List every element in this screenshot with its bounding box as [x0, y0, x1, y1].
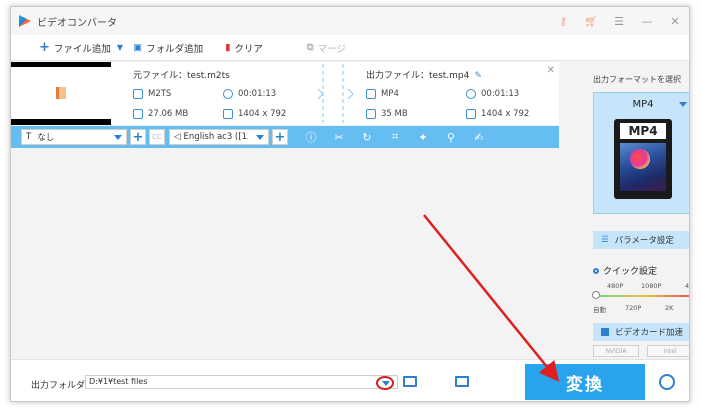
- title-bar: ビデオコンバータ ⚷ 🛒︎ ☰ — ✕: [11, 7, 689, 35]
- effects-icon[interactable]: ✦: [412, 131, 434, 144]
- pencil-icon[interactable]: ✎: [474, 71, 482, 81]
- minimize-button[interactable]: —: [633, 7, 661, 35]
- source-duration: 00:01:13: [223, 89, 276, 99]
- quality-slider-track[interactable]: [595, 295, 689, 297]
- output-file-name: test.mp4: [429, 71, 470, 81]
- source-size: 27.06 MB: [133, 109, 188, 119]
- caret-down-icon: [679, 102, 687, 107]
- scissors-icon[interactable]: ✂: [328, 131, 350, 144]
- folder-add-icon: ▣: [133, 42, 143, 53]
- resolution-icon: [466, 109, 476, 119]
- sliders-icon: ☰: [601, 235, 609, 245]
- cart-icon[interactable]: 🛒︎: [577, 7, 605, 35]
- plus-icon: +: [39, 40, 50, 55]
- merge-button[interactable]: ⧉ マージ: [307, 41, 346, 55]
- quick-settings-icon: [593, 267, 599, 274]
- speaker-icon: ◁: [174, 132, 181, 142]
- output-format-title: 出力フォーマットを選択: [593, 75, 681, 84]
- toolbar: + ファイル追加 ▼ ▣ フォルダ追加 ▮ クリア ⧉ マージ: [11, 35, 689, 61]
- nvidia-logo: NVIDIA: [593, 345, 639, 357]
- rotate-icon[interactable]: ↻: [356, 131, 378, 144]
- video-thumbnail[interactable]: [11, 62, 111, 125]
- chevron-down-icon[interactable]: ▼: [117, 43, 123, 52]
- file-row[interactable]: 元ファイル：test.m2ts M2TS 00:01:13 27.06 MB 1…: [11, 62, 559, 125]
- watermark-icon[interactable]: ⚲: [440, 131, 462, 144]
- app-logo-icon: [19, 15, 31, 27]
- source-info: 元ファイル：test.m2ts M2TS 00:01:13 27.06 MB 1…: [133, 62, 313, 125]
- output-format: MP4: [366, 89, 399, 99]
- app-window: ビデオコンバータ ⚷ 🛒︎ ☰ — ✕ + ファイル追加 ▼ ▣ フォルダ追加 …: [10, 6, 690, 402]
- gpu-acceleration-button[interactable]: ビデオカード加速: [593, 323, 689, 341]
- add-folder-label: フォルダ追加: [146, 43, 204, 55]
- gpu-icon: [601, 328, 609, 336]
- text-icon: T: [26, 132, 32, 142]
- file-list-area: 元ファイル：test.m2ts M2TS 00:01:13 27.06 MB 1…: [11, 62, 571, 359]
- subtitle-edit-icon[interactable]: ✍: [468, 131, 490, 144]
- chevron-down-icon: [114, 135, 122, 140]
- source-file-label: 元ファイル：test.m2ts: [133, 71, 230, 81]
- convert-button[interactable]: 変換: [525, 364, 645, 400]
- resolution-icon: [223, 109, 233, 119]
- clock-icon: [466, 89, 476, 99]
- format-selector[interactable]: MP4 MP4: [593, 92, 689, 214]
- output-resolution: 1404 x 792: [466, 109, 529, 119]
- gpu-vendors: NVIDIA Intel: [593, 345, 689, 357]
- folder-icon: [133, 109, 143, 119]
- output-format-panel: 出力フォーマットを選択 MP4 MP4 ☰ パラメータ設定 クイック設定 480…: [581, 62, 689, 359]
- output-file-label: 出力ファイル：test.mp4 ✎: [366, 71, 482, 81]
- source-resolution: 1404 x 792: [223, 109, 286, 119]
- add-file-label: ファイル追加: [53, 43, 111, 55]
- quick-settings: クイック設定: [593, 264, 657, 277]
- crop-icon[interactable]: ⌗: [384, 130, 406, 144]
- output-info: 出力ファイル：test.mp4 ✎ MP4 00:01:13 35 MB 1404…: [366, 62, 556, 125]
- info-icon[interactable]: ⓘ: [300, 129, 322, 145]
- add-folder-button[interactable]: ▣ フォルダ追加: [133, 41, 203, 55]
- clear-label: クリア: [234, 43, 263, 55]
- close-button[interactable]: ✕: [661, 7, 689, 35]
- output-folder-dropdown[interactable]: [376, 376, 394, 390]
- merge-label: マージ: [317, 43, 346, 55]
- output-folder-input[interactable]: D:¥1¥test files: [85, 375, 398, 389]
- trash-icon: ▮: [225, 42, 231, 53]
- alarm-clock-icon[interactable]: [659, 374, 675, 390]
- clock-icon: [223, 89, 233, 99]
- add-subtitle-button[interactable]: +: [130, 129, 146, 145]
- folder-export-icon[interactable]: [455, 376, 469, 387]
- bottom-bar: 出力フォルダ： D:¥1¥test files 変換: [11, 359, 689, 401]
- remove-file-icon[interactable]: ✕: [547, 65, 555, 76]
- clear-button[interactable]: ▮ クリア: [225, 41, 263, 55]
- chevron-down-icon: [256, 135, 264, 140]
- app-title: ビデオコンバータ: [37, 17, 117, 29]
- add-file-button[interactable]: + ファイル追加 ▼: [39, 40, 123, 55]
- output-size: 35 MB: [366, 109, 408, 119]
- menu-icon[interactable]: ☰: [605, 7, 633, 35]
- quality-slider-handle[interactable]: [592, 291, 600, 299]
- format-name: MP4: [632, 99, 654, 110]
- source-format: M2TS: [133, 89, 171, 99]
- format-icon: [366, 89, 376, 99]
- edit-toolbar: T なし + CC ◁ English ac3 ([129 + ⓘ ✂ ↻ ⌗ …: [11, 126, 559, 148]
- format-icon: [133, 89, 143, 99]
- add-audio-button[interactable]: +: [272, 129, 288, 145]
- intel-logo: Intel: [647, 345, 689, 357]
- folder-icon: [366, 109, 376, 119]
- merge-icon: ⧉: [306, 42, 314, 53]
- subtitle-select[interactable]: T なし: [21, 129, 127, 145]
- key-icon[interactable]: ⚷: [549, 7, 577, 35]
- mp4-format-icon: MP4: [614, 119, 672, 199]
- conversion-arrow-divider: [317, 64, 353, 123]
- open-folder-icon[interactable]: [403, 376, 417, 387]
- audio-track-select[interactable]: ◁ English ac3 ([129: [169, 129, 269, 145]
- output-duration: 00:01:13: [466, 89, 519, 99]
- file-icon: [56, 87, 66, 99]
- cc-icon[interactable]: CC: [149, 129, 165, 145]
- parameter-settings-button[interactable]: ☰ パラメータ設定: [593, 231, 689, 249]
- source-file-name: test.m2ts: [187, 71, 230, 81]
